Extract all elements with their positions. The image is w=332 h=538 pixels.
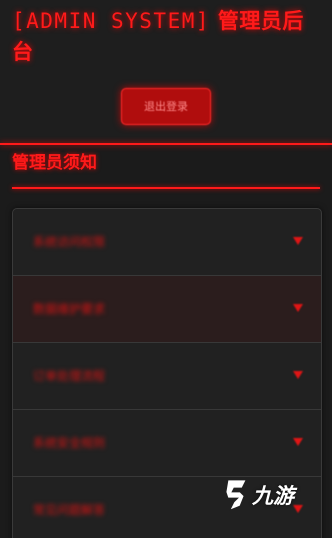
header: [ADMIN SYSTEM] 管理员后台 退出登录 bbox=[0, 0, 332, 145]
section-title: 管理员须知 bbox=[12, 153, 97, 173]
notice-item-label: 数据维护要求 bbox=[33, 302, 106, 316]
notice-item[interactable]: 订单处理流程 bbox=[13, 343, 321, 410]
notice-item[interactable]: 系统安全规则 bbox=[13, 410, 321, 477]
watermark: 九游 bbox=[222, 476, 322, 516]
caret-down-icon bbox=[293, 237, 303, 245]
jiuyou-logo-icon bbox=[225, 479, 247, 511]
notice-item-label: 订单处理流程 bbox=[33, 369, 106, 383]
caret-down-icon bbox=[293, 304, 303, 312]
app-title: [ADMIN SYSTEM] 管理员后台 bbox=[12, 6, 324, 68]
admin-page: [ADMIN SYSTEM] 管理员后台 退出登录 管理员须知 系统访问权限 数… bbox=[0, 0, 332, 538]
logout-button[interactable]: 退出登录 bbox=[121, 88, 211, 125]
notice-item[interactable]: 数据维护要求 bbox=[13, 276, 321, 343]
notice-item-label: 常见问题解答 bbox=[33, 503, 106, 517]
notice-item-label: 系统访问权限 bbox=[33, 235, 106, 249]
caret-down-icon bbox=[293, 438, 303, 446]
app-title-prefix: [ADMIN SYSTEM] bbox=[12, 9, 211, 33]
watermark-text: 九游 bbox=[252, 484, 294, 508]
header-divider bbox=[0, 143, 332, 145]
section-underline bbox=[12, 187, 320, 189]
notice-item-label: 系统安全规则 bbox=[33, 436, 106, 450]
notice-item[interactable]: 系统访问权限 bbox=[13, 209, 321, 276]
caret-down-icon bbox=[293, 371, 303, 379]
